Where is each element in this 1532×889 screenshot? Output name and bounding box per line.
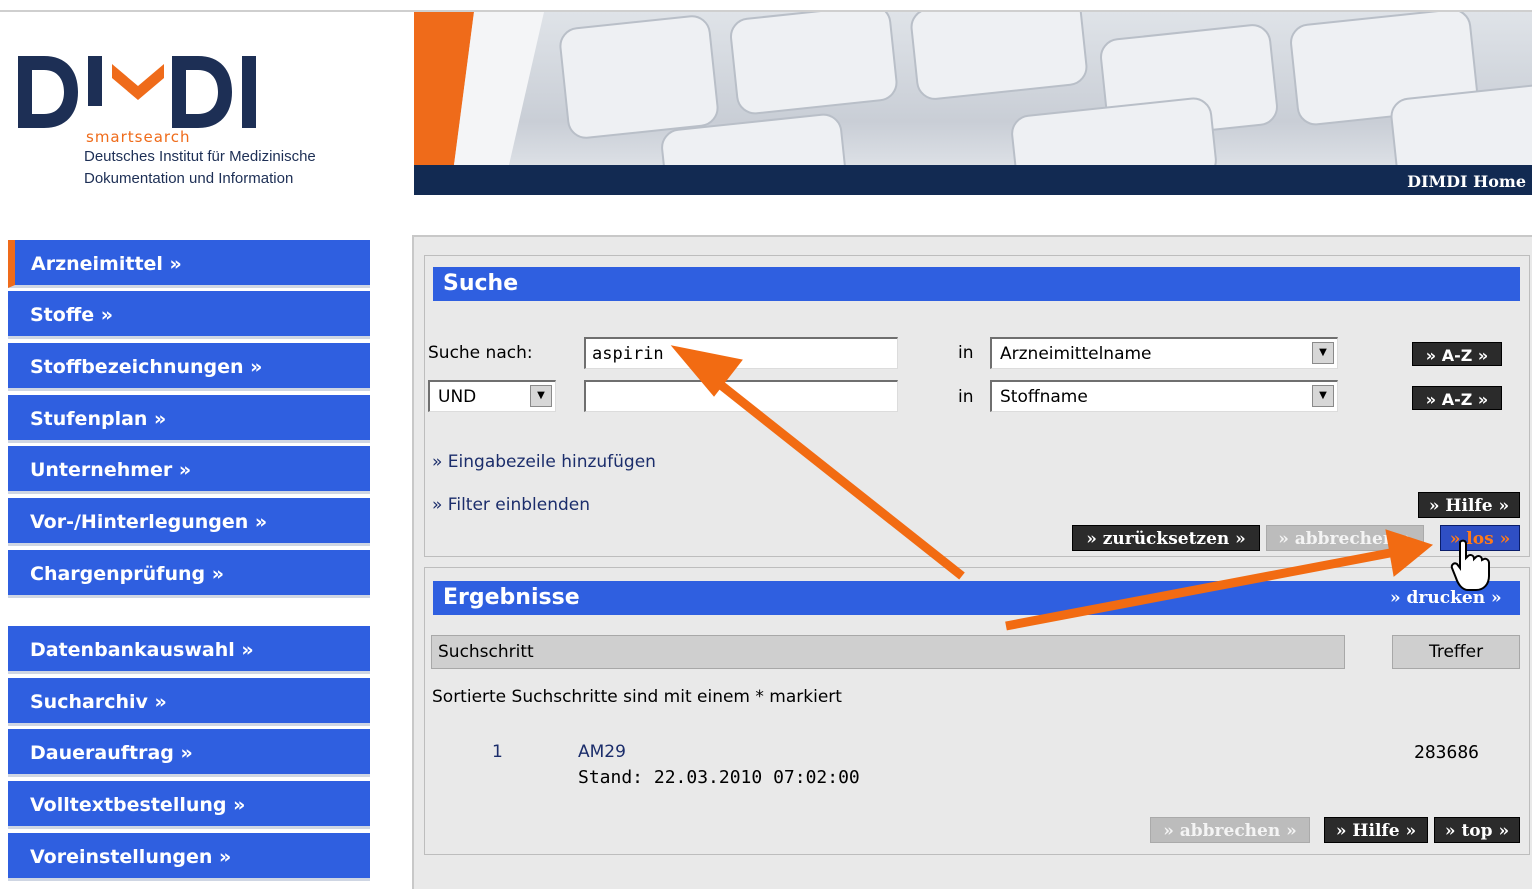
reset-button[interactable]: » zurücksetzen » (1072, 525, 1260, 551)
chevron-down-icon: ▼ (1312, 385, 1334, 407)
dimdi-home-link[interactable]: DIMDI Home (1407, 172, 1526, 191)
sidebar-item-dauerauftrag[interactable]: Dauerauftrag » (8, 729, 370, 777)
top-rule (0, 0, 1532, 12)
column-header-suchschritt: Suchschritt (431, 635, 1345, 669)
sidebar-item-volltextbestellung[interactable]: Volltextbestellung » (8, 781, 370, 829)
operator-select-value: UND (438, 387, 477, 407)
search-help-button[interactable]: » Hilfe » (1418, 492, 1520, 518)
results-cancel-button[interactable]: » abbrechen » (1150, 817, 1310, 843)
search-term-input-1[interactable]: aspirin (584, 337, 898, 369)
row-stand: Stand: 22.03.2010 07:02:00 (578, 767, 860, 788)
sidebar-item-vor-hinterlegungen[interactable]: Vor-/Hinterlegungen » (8, 498, 370, 546)
in-label-1: in (958, 343, 974, 363)
row-number: 1 (492, 742, 503, 762)
chevron-down-icon: ▼ (1312, 342, 1334, 364)
search-label: Suche nach: (428, 343, 533, 363)
add-row-link[interactable]: » Eingabezeile hinzufügen (432, 452, 656, 472)
sidebar-item-stoffbezeichnungen[interactable]: Stoffbezeichnungen » (8, 343, 370, 391)
chevron-down-icon: ▼ (530, 385, 552, 407)
row-hits: 283686 (1414, 742, 1480, 763)
header-banner: DIMDI Home (414, 12, 1532, 195)
search-term-input-2[interactable] (584, 380, 898, 412)
in-label-2: in (958, 387, 974, 407)
show-filter-link[interactable]: » Filter einblenden (432, 495, 590, 515)
field-select-2-value: Stoffname (1000, 387, 1088, 407)
field-select-1[interactable]: Arzneimittelname ▼ (990, 337, 1338, 369)
logo-line-2: Dokumentation und Information (84, 170, 294, 187)
search-panel-title: Suche (433, 267, 1520, 301)
search-cancel-button[interactable]: » abbrechen » (1266, 525, 1424, 551)
sidebar-item-unternehmer[interactable]: Unternehmer » (8, 446, 370, 494)
sidebar-item-chargenpruefung[interactable]: Chargenprüfung » (8, 550, 370, 598)
sidebar-item-datenbankauswahl[interactable]: Datenbankauswahl » (8, 626, 370, 674)
sidebar-item-stufenplan[interactable]: Stufenplan » (8, 395, 370, 443)
sort-note: Sortierte Suchschritte sind mit einem * … (432, 687, 842, 707)
field-select-1-value: Arzneimittelname (1000, 344, 1152, 364)
operator-select[interactable]: UND ▼ (428, 380, 556, 412)
logo-subtitle: smartsearch (86, 128, 191, 146)
results-panel-title: Ergebnisse (433, 581, 1520, 615)
sidebar-item-stoffe[interactable]: Stoffe » (8, 291, 370, 339)
print-link[interactable]: » drucken » (1390, 588, 1502, 608)
logo-line-1: Deutsches Institut für Medizinische (84, 148, 316, 165)
results-help-button[interactable]: » Hilfe » (1324, 817, 1428, 843)
sidebar-item-arzneimittel[interactable]: Arzneimittel » (8, 240, 370, 288)
dimdi-logo-mark (18, 56, 256, 128)
go-button[interactable]: » los » (1440, 525, 1520, 551)
row-database-link[interactable]: AM29 (578, 742, 626, 762)
field-select-2[interactable]: Stoffname ▼ (990, 380, 1338, 412)
banner-strip (414, 165, 1532, 195)
top-button[interactable]: » top » (1434, 817, 1520, 843)
column-header-treffer: Treffer (1392, 635, 1520, 669)
sidebar-item-sucharchiv[interactable]: Sucharchiv » (8, 678, 370, 726)
results-panel: Ergebnisse (424, 567, 1530, 855)
sidebar-item-voreinstellungen[interactable]: Voreinstellungen » (8, 833, 370, 881)
az-button-1[interactable]: » A-Z » (1412, 342, 1502, 366)
keyboard-image (414, 12, 1532, 165)
az-button-2[interactable]: » A-Z » (1412, 386, 1502, 410)
